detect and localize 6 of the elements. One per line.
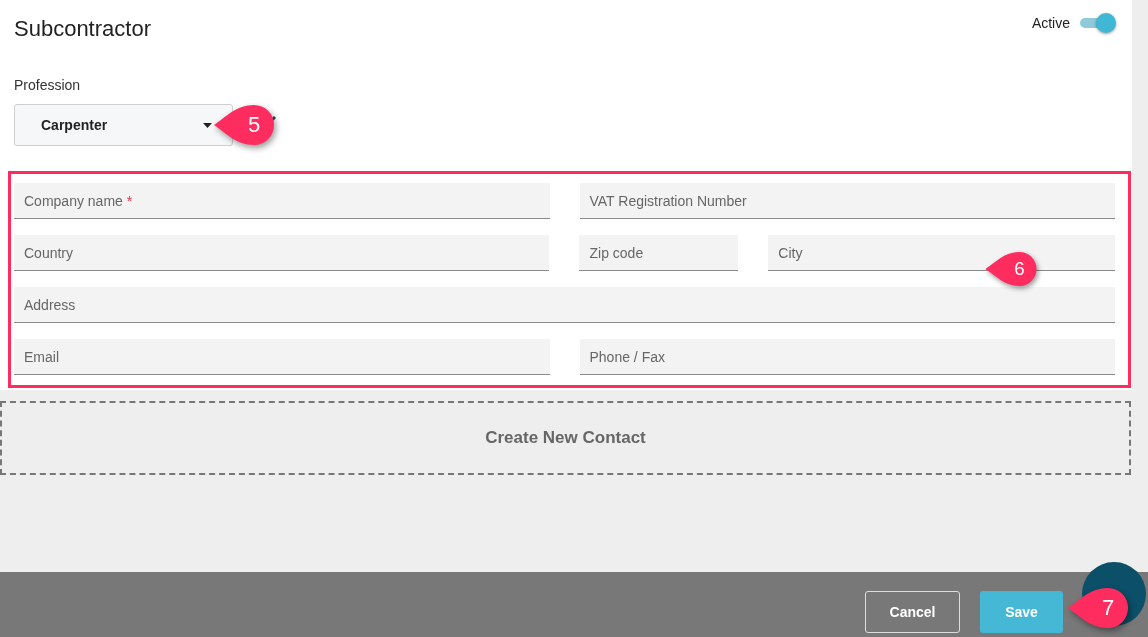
step-tooltip: 5 [212,103,276,147]
active-label: Active [1031,15,1070,31]
step-tooltip: 6 [983,250,1039,288]
profession-label: Profession [14,77,81,93]
step-tooltip: 7 [1066,586,1130,630]
page-title: Subcontractor [14,16,151,42]
